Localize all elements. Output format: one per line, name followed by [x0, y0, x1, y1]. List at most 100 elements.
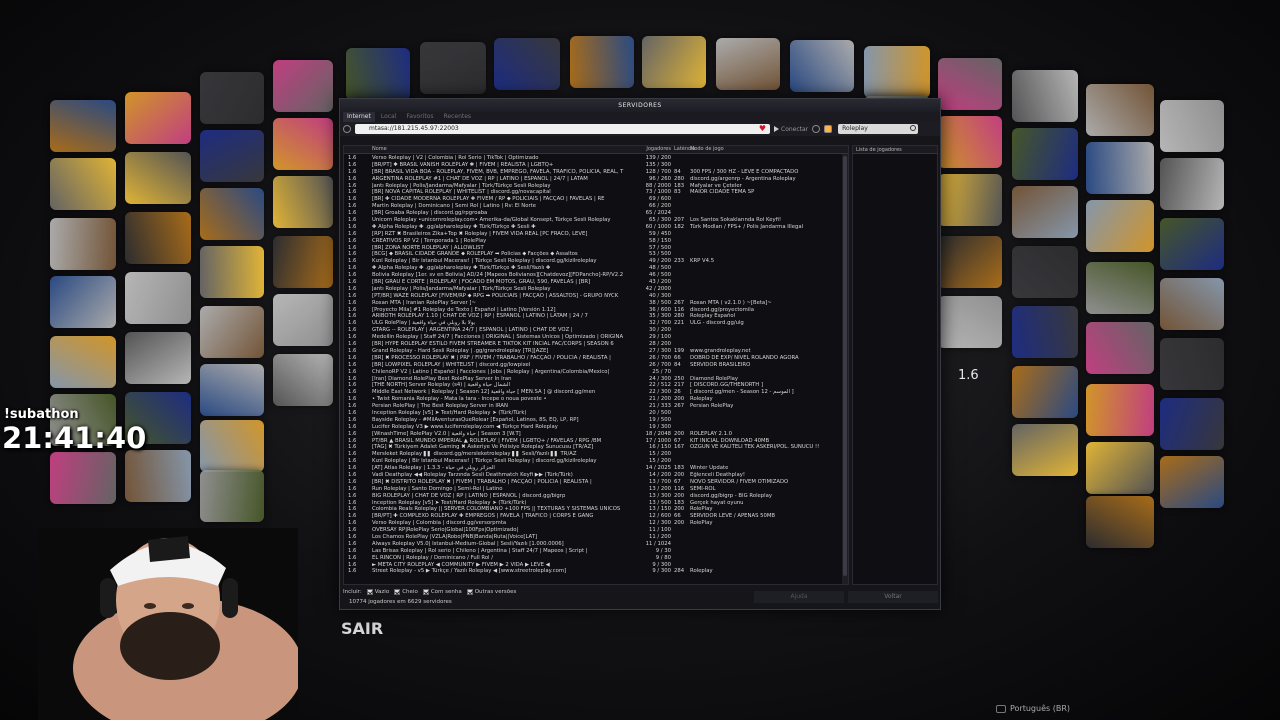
- server-row[interactable]: 1.6 OVERSAY RP|RolePlay Serio|Global|100F…: [344, 527, 848, 534]
- search-icon[interactable]: [910, 125, 917, 131]
- server-row[interactable]: 1.6 [BR] Groaba Roleplay | discord.gg/rpg…: [344, 210, 848, 217]
- server-row[interactable]: 1.6 Vadi Deathplay ◀◀ Roleplay Tarzında S…: [344, 472, 848, 479]
- server-row[interactable]: 1.6 Unicorn Roleplay •unicornroleplay.com…: [344, 217, 848, 224]
- filter-full-checkbox[interactable]: Cheio: [394, 589, 418, 595]
- tab-internet[interactable]: Internet: [343, 112, 375, 122]
- back-button[interactable]: Voltar: [848, 591, 938, 603]
- server-row[interactable]: 1.6 [AT] Atlas Roleplay | 1.3.3 - الجزائر…: [344, 465, 848, 472]
- server-row[interactable]: 1.6 [RP] RZT ✖ Brasileiros Zika+Top ✖ Rol…: [344, 231, 848, 238]
- server-row[interactable]: 1.6 Middle East Network | Roleplay [ Seas…: [344, 389, 848, 396]
- server-row[interactable]: 1.6 Run Roleplay | Santo Domingo | Semi-R…: [344, 486, 848, 493]
- server-row[interactable]: 1.6 • Twist Romania Roleplay - Mata la ta…: [344, 396, 848, 403]
- server-row[interactable]: 1.6 BIG ROLEPLAY | CHAT DE VOZ | RP | LAT…: [344, 493, 848, 500]
- server-row[interactable]: 1.6 Colombia Reals Roleplay || SERVER COL…: [344, 506, 848, 513]
- server-row[interactable]: 1.6 Inception Roleplay [v5] ➤ Text/Hard R…: [344, 500, 848, 507]
- column-mode[interactable]: Modo de jogo: [690, 146, 840, 153]
- server-name: OVERSAY RP|RolePlay Serio|Global|100Fps|…: [372, 527, 519, 534]
- server-row[interactable]: 1.6 Bolivia Roleplay [1er. sv en Bolivia]…: [344, 272, 848, 279]
- server-latency: [674, 245, 690, 252]
- server-mode: [690, 162, 840, 169]
- server-row[interactable]: 1.6 [BR] NOVA CAPITAL ROLEPLAY | WHITELIS…: [344, 189, 848, 196]
- language-selector[interactable]: Português (BR): [996, 704, 1070, 713]
- server-row[interactable]: 1.6 Grand Roleplay - Hard Sesli Roleplay …: [344, 348, 848, 355]
- server-row[interactable]: 1.6 ✚ Alpha Roleplay ✚ .gg/alpharoleplay …: [344, 265, 848, 272]
- server-version: 1.6: [348, 320, 357, 327]
- server-row[interactable]: 1.6 Los Chamos RolePlay |VZLA|Robo|PNB|Ba…: [344, 534, 848, 541]
- favorite-heart-icon[interactable]: ♥: [759, 124, 766, 134]
- server-version: 1.6: [348, 182, 357, 189]
- filter-empty-checkbox[interactable]: Vazio: [366, 589, 389, 595]
- info-icon[interactable]: [812, 125, 821, 133]
- server-row[interactable]: 1.6 Martin Roleplay | Dominicano | Semi R…: [344, 203, 848, 210]
- server-latency: 183: [674, 182, 685, 189]
- server-row[interactable]: 1.6 Kızıl Roleplay | Bir İstanbul Maceras…: [344, 458, 848, 465]
- filter-icon[interactable]: [824, 125, 833, 133]
- server-row[interactable]: 1.6 ULG RolePlay | يولا بلا رويلي في حياة…: [344, 320, 848, 327]
- filter-locked-checkbox[interactable]: Com senha: [422, 589, 462, 595]
- server-row[interactable]: 1.6 Mersleket Roleplay ▌▌ discord.gg/mers…: [344, 451, 848, 458]
- server-row[interactable]: 1.6 [WinashTime] RolePlay V2.0 | حياة واق…: [344, 431, 848, 438]
- server-row[interactable]: 1.6 PT/BR ▲ BRASIL MUNDO IMPERIAL ▲ ROLEP…: [344, 438, 848, 445]
- server-row[interactable]: 1.6 ChilenoRP V2 | Latino | Español | Fac…: [344, 369, 848, 376]
- server-row[interactable]: 1.6 [PT/BR] WAZE ROLEPLAY [FIVEM/RP ⬥ RPG…: [344, 293, 848, 300]
- server-row[interactable]: 1.6 CREATIVOS RP V2 | Temporada 1 | RoleP…: [344, 238, 848, 245]
- server-row[interactable]: 1.6 [BR] GRAU E CORTE | ROLEPLAY | FOCADO…: [344, 279, 848, 286]
- server-row[interactable]: 1.6 Kızıl Roleplay | Bir İstanbul Maceras…: [344, 258, 848, 265]
- server-row[interactable]: 1.6 [BR] ZONA NORTE ROLEPLAY | ALLOWLIST 5…: [344, 245, 848, 252]
- column-version[interactable]: [344, 146, 372, 153]
- tab-favorites[interactable]: Favoritos: [402, 112, 437, 122]
- server-name: BIG ROLEPLAY | CHAT DE VOZ | RP | LATINO…: [372, 492, 566, 499]
- server-mode: Mafyalar ve Çeteler: [690, 182, 742, 189]
- server-row[interactable]: 1.6 Lucifer Roleplay V3 ▶ www.luciferrole…: [344, 424, 848, 431]
- column-players[interactable]: Jogadores: [638, 146, 674, 153]
- refresh-icon[interactable]: [343, 125, 351, 133]
- server-row[interactable]: 1.6 EL RINCON | Roleplay / Dominicano / F…: [344, 555, 848, 562]
- server-name: [BR] ✖ PROCESSO ROLEPLAY ✖ | PRF / FIVEM…: [372, 354, 611, 361]
- exit-button[interactable]: SAIR: [341, 619, 383, 638]
- help-button[interactable]: Ajuda: [754, 591, 844, 603]
- server-row[interactable]: 1.6 [BR] BRASIL VIDA BOA - ROLEPLAY, FIVE…: [344, 169, 848, 176]
- server-row[interactable]: 1.6 Roxan MTA | Iranian RolePlay Server ]…: [344, 300, 848, 307]
- server-row[interactable]: 1.6 ARGENTINA ROLEPLAY #1 | CHAT DE VOZ |…: [344, 176, 848, 183]
- search-input[interactable]: Roleplay: [838, 124, 919, 134]
- server-row[interactable]: 1.6 [BR] ✚ CIDADE MODERNA ROLEPLAY ✚ FIVE…: [344, 196, 848, 203]
- server-row[interactable]: 1.6 [BR/PT] ✱ BRASIL VANISH ROLEPLAY ✱ | …: [344, 162, 848, 169]
- server-row[interactable]: 1.6 ARIBOTH ROLEPLAY 1.10 | CHAT DE VOZ |…: [344, 313, 848, 320]
- server-row[interactable]: 1.6 ► META CITY ROLEPLAY ◀ COMMUNITY ▶ FI…: [344, 562, 848, 569]
- server-row[interactable]: 1.6 [Iran] Diamond RolePlay Best RolePlay…: [344, 376, 848, 383]
- server-row[interactable]: 1.6 Las Brisas Roleplay | Rol serio | Chi…: [344, 548, 848, 555]
- server-row[interactable]: 1.6 Jantı Roleplay | Polis/Jandarma/Mafya…: [344, 183, 848, 190]
- server-row[interactable]: 1.6 ✚ Alpha Roleplay ✚ .gg/alpharoleplay …: [344, 224, 848, 231]
- server-row[interactable]: 1.6 Jantı Roleplay | Polis/Jandarma/Mafya…: [344, 286, 848, 293]
- scrollbar-thumb[interactable]: [843, 156, 847, 576]
- server-row[interactable]: 1.6 Verso Roleplay | Colombia | discord.g…: [344, 520, 848, 527]
- server-players: 11 / 200: [648, 533, 671, 540]
- tab-recent[interactable]: Recentes: [439, 112, 475, 122]
- server-row[interactable]: 1.6 [BR] LOWPIXEL ROLEPLAY | WHITELIST | …: [344, 362, 848, 369]
- server-row[interactable]: 1.6 Medellin Roleplay | Staff 24/7 | Facc…: [344, 334, 848, 341]
- filter-other-versions-checkbox[interactable]: Outras versões: [466, 589, 516, 595]
- server-row[interactable]: 1.6 [THE NORTH] Server Roleplay (s4) | ال…: [344, 382, 848, 389]
- server-row[interactable]: 1.6 Always Roleplay V5.0| İstanbul-Medium…: [344, 541, 848, 548]
- column-latency[interactable]: Latência: [674, 146, 695, 153]
- column-name[interactable]: Nome: [372, 146, 638, 153]
- server-row[interactable]: 1.6 [BR] ✖ PROCESSO ROLEPLAY ✖ | PRF / FI…: [344, 355, 848, 362]
- tab-local[interactable]: Local: [377, 112, 401, 122]
- server-row[interactable]: 1.6 [Proyecto Mila] #1 Roleplay de Texto …: [344, 307, 848, 314]
- server-list-scrollbar[interactable]: [842, 154, 848, 584]
- server-row[interactable]: 1.6 Bayside Roleplay - #MilAventurasQueRo…: [344, 417, 848, 424]
- server-row[interactable]: 1.6 Street Roleplay - v5 ▶ Türkçe / Yazıl…: [344, 568, 848, 575]
- connect-button[interactable]: Conectar: [774, 126, 808, 133]
- server-row[interactable]: 1.6 Persian RolePlay | The Best Roleplay …: [344, 403, 848, 410]
- server-row[interactable]: 1.6 Inception Roleplay [v5] ➤ Text/Hard R…: [344, 410, 848, 417]
- server-row[interactable]: 1.6 GTARG -- ROLEPLAY | ARGENTINA 24/7 | …: [344, 327, 848, 334]
- server-row[interactable]: 1.6 [BR] HYPE ROLEPLAY ESTILO FIVEM STREA…: [344, 341, 848, 348]
- server-row[interactable]: 1.6 [BCG] ⬥ BRASIL CIDADE GRANDE ⬥ ROLEPL…: [344, 251, 848, 258]
- server-row[interactable]: 1.6 [BR/PT] ✚ COMPLEXO ROLEPLAY ✚ EMPREGO…: [344, 513, 848, 520]
- server-row[interactable]: 1.6 Verso Roleplay | V2 | Colombia | Rol …: [344, 155, 848, 162]
- address-input[interactable]: mtasa://181.215.45.97:22003 ♥: [355, 124, 770, 134]
- server-row[interactable]: 1.6 [TAG] ✖ Türkiyem Adalet Gaming ✖ Aske…: [344, 444, 848, 451]
- server-mode: [690, 334, 840, 341]
- server-mode: [690, 527, 840, 534]
- server-row[interactable]: 1.6 [BR] ✖ DISTRITO ROLEPLAY ✖ | FIVEM | …: [344, 479, 848, 486]
